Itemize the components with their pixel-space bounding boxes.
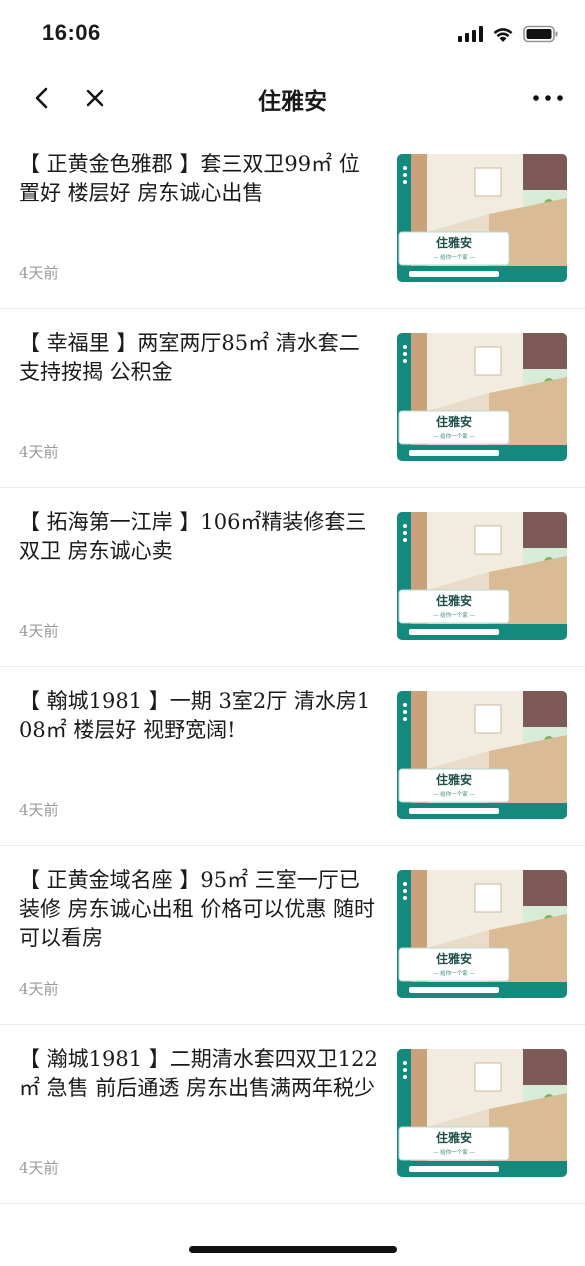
- side-dot: [403, 173, 407, 177]
- brand-name: 住雅安: [436, 1130, 472, 1145]
- article-title: 【 幸福里 】两室两厅85㎡ 清水套二 支持按揭 公积金: [19, 331, 360, 384]
- side-dot: [403, 703, 407, 707]
- article-title: 【 正黄金色雅郡 】套三双卫99㎡ 位置好 楼层好 房东诚心出售: [19, 152, 360, 205]
- list-item[interactable]: 【 翰城1981 】一期 3室2厅 清水房108㎡ 楼层好 视野宽阔! 4天前 …: [0, 667, 585, 846]
- back-window: [474, 525, 502, 555]
- window-blinds: [523, 691, 567, 727]
- brand-name: 住雅安: [436, 772, 472, 787]
- back-window: [474, 1062, 502, 1092]
- thumbnail-caption-bar: [409, 808, 499, 814]
- brand-name: 住雅安: [436, 414, 472, 429]
- brand-tagline: — 给你一个家 —: [433, 969, 475, 977]
- home-indicator: [189, 1246, 397, 1253]
- article-thumbnail: 住雅安 — 给你一个家 —: [397, 870, 567, 998]
- brand-tagline: — 给你一个家 —: [433, 253, 475, 261]
- thumbnail-graphic: 住雅安 — 给你一个家 —: [397, 1049, 567, 1177]
- article-thumbnail: 住雅安 — 给你一个家 —: [397, 1049, 567, 1177]
- article-thumbnail: 住雅安 — 给你一个家 —: [397, 333, 567, 461]
- window-blinds: [523, 512, 567, 548]
- side-dot: [403, 1075, 407, 1079]
- article-time: 4天前: [19, 1159, 59, 1177]
- thumbnail-graphic: 住雅安 — 给你一个家 —: [397, 333, 567, 461]
- brand-tagline: — 给你一个家 —: [433, 1148, 475, 1156]
- side-dot: [403, 717, 407, 721]
- thumbnail-graphic: 住雅安 — 给你一个家 —: [397, 691, 567, 819]
- article-title: 【 翰城1981 】一期 3室2厅 清水房108㎡ 楼层好 视野宽阔!: [19, 689, 371, 742]
- side-dot: [403, 1061, 407, 1065]
- article-thumbnail: 住雅安 — 给你一个家 —: [397, 154, 567, 282]
- window-blinds: [523, 333, 567, 369]
- status-icons: [458, 22, 559, 46]
- thumbnail-caption-bar: [409, 271, 499, 277]
- list-item[interactable]: 【 幸福里 】两室两厅85㎡ 清水套二 支持按揭 公积金 4天前 住雅安 — 给你…: [0, 309, 585, 488]
- article-title: 【 拓海第一江岸 】106㎡精装修套三双卫 房东诚心卖: [19, 510, 367, 563]
- thumbnail-graphic: 住雅安 — 给你一个家 —: [397, 512, 567, 640]
- side-dot: [403, 896, 407, 900]
- back-window: [474, 346, 502, 376]
- brand-name: 住雅安: [436, 235, 472, 250]
- thumbnail-caption-bar: [409, 987, 499, 993]
- status-bar: 16:06: [0, 0, 585, 66]
- article-title: 【 正黄金域名座 】95㎡ 三室一厅已装修 房东诚心出租 价格可以优惠 随时可以…: [19, 868, 376, 950]
- side-dot: [403, 352, 407, 356]
- thumbnail-caption-bar: [409, 629, 499, 635]
- battery-icon: [523, 25, 558, 43]
- window-blinds: [523, 1049, 567, 1085]
- window-blinds: [523, 870, 567, 906]
- side-dot: [403, 538, 407, 542]
- thumbnail-graphic: 住雅安 — 给你一个家 —: [397, 870, 567, 998]
- side-dot: [403, 180, 407, 184]
- article-time: 4天前: [19, 264, 59, 282]
- article-time: 4天前: [19, 443, 59, 461]
- wifi-icon: [493, 28, 513, 42]
- list-item[interactable]: 【 正黄金色雅郡 】套三双卫99㎡ 位置好 楼层好 房东诚心出售 4天前 住雅安…: [0, 130, 585, 309]
- side-dot: [403, 531, 407, 535]
- page-title: 住雅安: [258, 89, 327, 115]
- list-item[interactable]: 【 瀚城1981 】二期清水套四双卫122㎡ 急售 前后通透 房东出售满两年税少…: [0, 1025, 585, 1204]
- side-dot: [403, 1068, 407, 1072]
- list-item[interactable]: 【 正黄金域名座 】95㎡ 三室一厅已装修 房东诚心出租 价格可以优惠 随时可以…: [0, 846, 585, 1025]
- thumbnail-caption-bar: [409, 450, 499, 456]
- back-window: [474, 167, 502, 197]
- side-dot: [403, 710, 407, 714]
- thumbnail-graphic: 住雅安 — 给你一个家 —: [397, 154, 567, 282]
- side-dot: [403, 345, 407, 349]
- brand-tagline: — 给你一个家 —: [433, 432, 475, 440]
- status-time: 16:06: [42, 20, 101, 45]
- brand-name: 住雅安: [436, 951, 472, 966]
- article-time: 4天前: [19, 801, 59, 819]
- side-dot: [403, 889, 407, 893]
- side-dot: [403, 166, 407, 170]
- side-dot: [403, 524, 407, 528]
- window-blinds: [523, 154, 567, 190]
- thumbnail-caption-bar: [409, 1166, 499, 1172]
- brand-tagline: — 给你一个家 —: [433, 611, 475, 619]
- brand-tagline: — 给你一个家 —: [433, 790, 475, 798]
- article-time: 4天前: [19, 980, 59, 998]
- article-time: 4天前: [19, 622, 59, 640]
- side-dot: [403, 359, 407, 363]
- side-dot: [403, 882, 407, 886]
- article-thumbnail: 住雅安 — 给你一个家 —: [397, 512, 567, 640]
- list-item[interactable]: 【 拓海第一江岸 】106㎡精装修套三双卫 房东诚心卖 4天前 住雅安 — 给你一…: [0, 488, 585, 667]
- brand-name: 住雅安: [436, 593, 472, 608]
- article-list: 【 正黄金色雅郡 】套三双卫99㎡ 位置好 楼层好 房东诚心出售 4天前 住雅安…: [0, 130, 585, 1204]
- navigation-bar: 住雅安: [0, 66, 585, 130]
- back-window: [474, 704, 502, 734]
- article-thumbnail: 住雅安 — 给你一个家 —: [397, 691, 567, 819]
- cellular-signal-icon: [458, 26, 483, 42]
- more-options-icon[interactable]: [531, 84, 565, 112]
- back-window: [474, 883, 502, 913]
- article-title: 【 瀚城1981 】二期清水套四双卫122㎡ 急售 前后通透 房东出售满两年税少: [19, 1047, 378, 1100]
